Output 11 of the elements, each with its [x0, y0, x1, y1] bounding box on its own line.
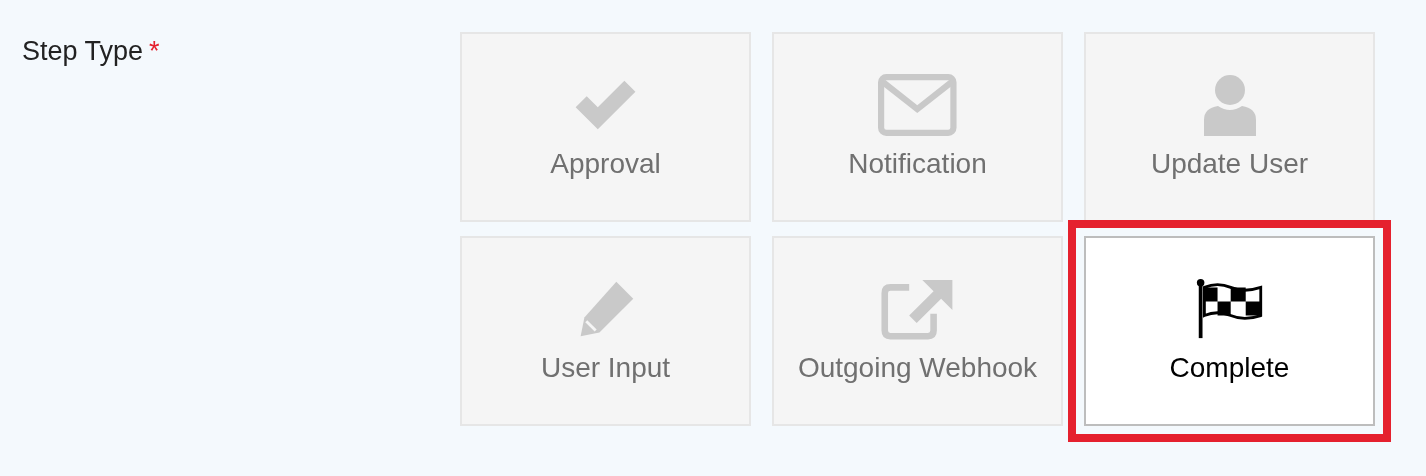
- field-label: Step Type: [22, 36, 144, 66]
- step-type-option[interactable]: User Input: [460, 236, 751, 426]
- user-icon: [1201, 74, 1258, 136]
- step-type-option[interactable]: Update User: [1084, 32, 1375, 222]
- step-type-option[interactable]: Approval: [460, 32, 751, 222]
- envelope-icon: [878, 74, 957, 136]
- required-mark: *: [149, 36, 160, 66]
- checkered-flag-icon: [1194, 278, 1265, 340]
- step-type-option[interactable]: Notification: [772, 32, 1063, 222]
- external-link-icon: [880, 278, 955, 340]
- step-type-option[interactable]: Outgoing Webhook: [772, 236, 1063, 426]
